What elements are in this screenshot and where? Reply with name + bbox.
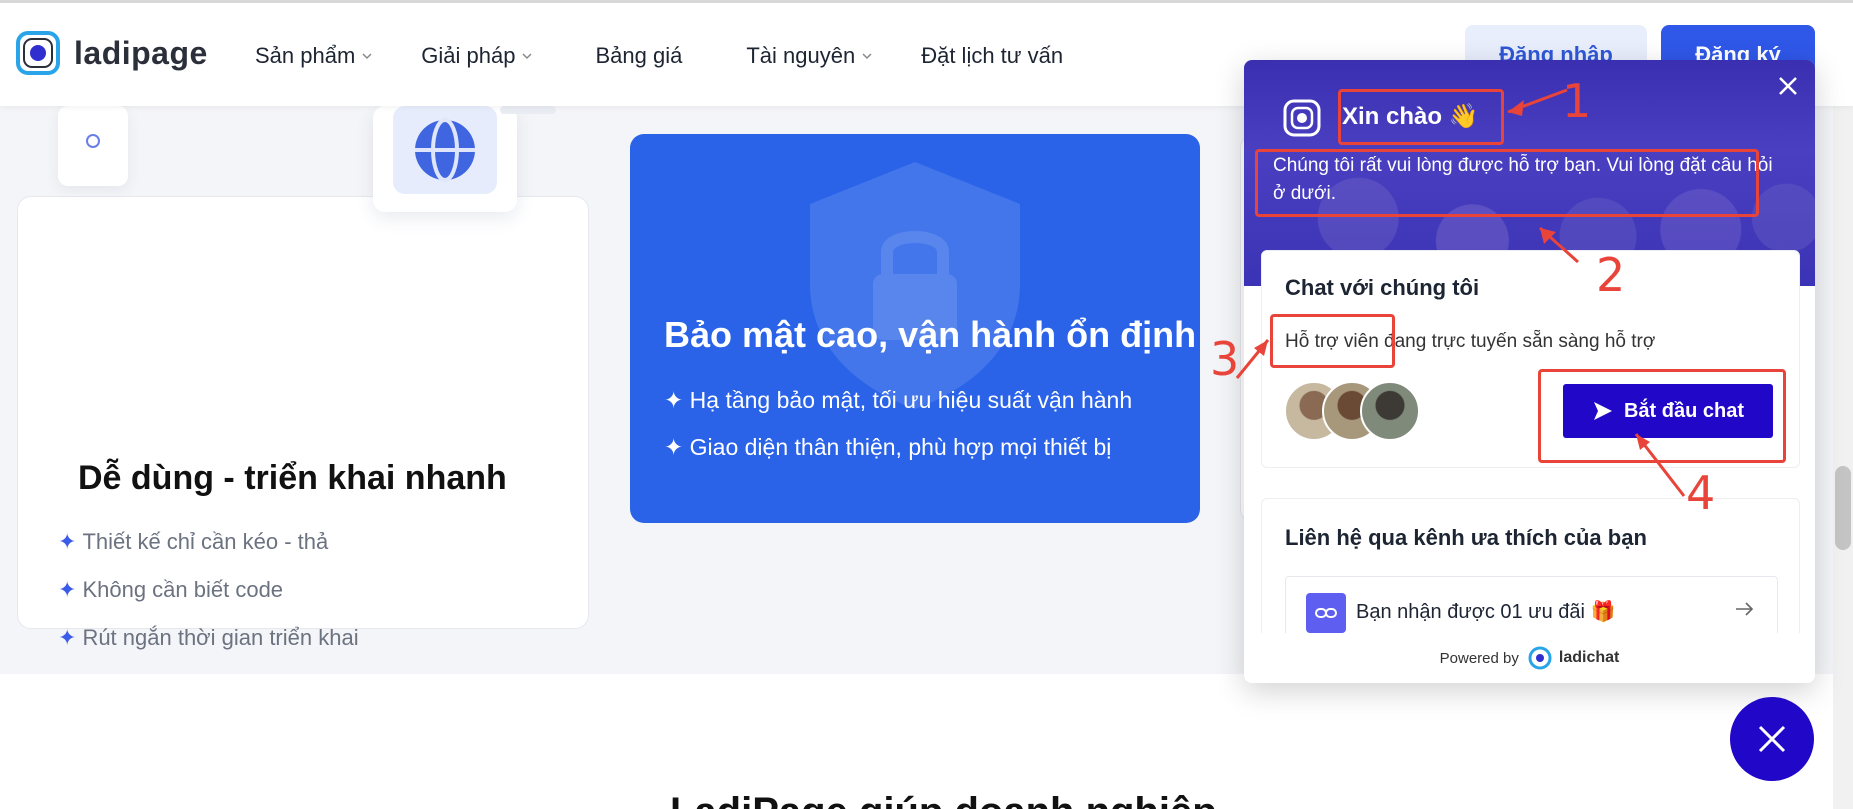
annotation-label-1: 1: [1562, 74, 1592, 128]
close-icon: [1758, 725, 1786, 753]
ladipage-logo[interactable]: ladipage: [14, 29, 208, 77]
nav-label: Bảng giá: [595, 43, 683, 68]
nav-item-dat-lich[interactable]: Đặt lịch tư vấn: [921, 43, 1063, 69]
annotation-label-3: 3: [1210, 332, 1240, 386]
nav-label: Tài nguyên: [746, 43, 856, 68]
sparkle-icon: ✦: [664, 387, 684, 413]
nav-item-tai-nguyen[interactable]: Tài nguyên: [746, 43, 873, 69]
nav-label: Đặt lịch tư vấn: [921, 43, 1064, 68]
feature-bullet: ✦ Thiết kế chỉ cần kéo - thả: [58, 529, 329, 554]
feature-bullet: ✦ Giao diện thân thiện, phù hợp mọi thiế…: [664, 434, 1112, 460]
chat-footer: Powered by ladichat: [1244, 633, 1815, 683]
nav-label: Sản phẩm: [255, 43, 356, 68]
annotation-box-1: [1338, 89, 1504, 145]
annotation-box-3: [1270, 314, 1395, 368]
feature-title: Bảo mật cao, vận hành ổn định: [664, 314, 1197, 355]
ladichat-mark-icon: [1528, 646, 1552, 670]
nav-label: Giải pháp: [421, 43, 516, 68]
feature-bullet: ✦ Rút ngắn thời gian triển khai: [58, 625, 359, 650]
feature-bullet: ✦ Không cần biết code: [58, 577, 284, 602]
decor-stripe: [500, 106, 556, 114]
main-nav: Sản phẩm Giải pháp Bảng giá Tài nguyên Đ…: [255, 43, 1063, 69]
chevron-down-icon: [522, 53, 533, 60]
annotation-box-2: [1255, 149, 1759, 217]
scrollbar-thumb[interactable]: [1835, 466, 1851, 550]
ladipage-logo-icon: [16, 31, 60, 75]
sparkle-icon: ✦: [58, 529, 77, 554]
feature-title: Dễ dùng - triển khai nhanh: [78, 459, 507, 497]
mini-ui-card: [58, 106, 128, 186]
feature-card-easy: Dễ dùng - triển khai nhanh ✦ Thiết kế chỉ…: [17, 196, 589, 650]
ladichat-brand[interactable]: ladichat: [1527, 645, 1619, 671]
contact-title: Liên hệ qua kênh ưa thích của bạn: [1285, 525, 1647, 550]
sparkle-icon: ✦: [58, 577, 77, 602]
nav-item-bang-gia[interactable]: Bảng giá: [595, 43, 682, 69]
scrollbar-track[interactable]: [1833, 0, 1853, 809]
offer-link[interactable]: Bạn nhận được 01 ưu đãi 🎁: [1285, 576, 1778, 640]
target-icon: [86, 134, 100, 148]
chat-toggle-button[interactable]: [1730, 697, 1814, 781]
ladichat-logo-icon: [1283, 99, 1321, 137]
nav-item-san-pham[interactable]: Sản phẩm: [255, 43, 373, 69]
chat-card-title: Chat với chúng tôi: [1285, 275, 1480, 300]
sparkle-icon: ✦: [664, 434, 684, 460]
annotation-label-2: 2: [1596, 248, 1626, 302]
nav-item-giai-phap[interactable]: Giải pháp: [421, 43, 533, 69]
globe-icon: [415, 118, 475, 182]
globe-tile: [393, 106, 497, 194]
sparkle-icon: ✦: [58, 625, 77, 650]
link-icon: [1306, 593, 1346, 633]
feature-bullet: ✦ Hạ tầng bảo mật, tối ưu hiệu suất vận …: [664, 387, 1133, 413]
logo-text: ladipage: [74, 34, 208, 71]
offer-text: Bạn nhận được 01 ưu đãi 🎁: [1356, 601, 1616, 623]
annotation-label-4: 4: [1686, 466, 1716, 520]
globe-illustration: [373, 106, 517, 212]
next-section: [0, 674, 1853, 809]
shield-lock-icon: [810, 162, 1020, 409]
close-icon[interactable]: [1776, 74, 1800, 98]
powered-by-label: Powered by: [1439, 649, 1519, 667]
chevron-down-icon: [362, 53, 372, 60]
arrow-right-icon: [1736, 602, 1754, 616]
chevron-down-icon: [862, 53, 872, 60]
feature-card-security: Bảo mật cao, vận hành ổn định ✦ Hạ tầng …: [630, 134, 1200, 523]
ladichat-brand-text: ladichat: [1558, 649, 1620, 666]
annotation-box-4: [1538, 369, 1786, 463]
avatar: [1360, 381, 1420, 441]
section-heading: LadiPage giúp doanh nghiệp: [670, 790, 1217, 809]
